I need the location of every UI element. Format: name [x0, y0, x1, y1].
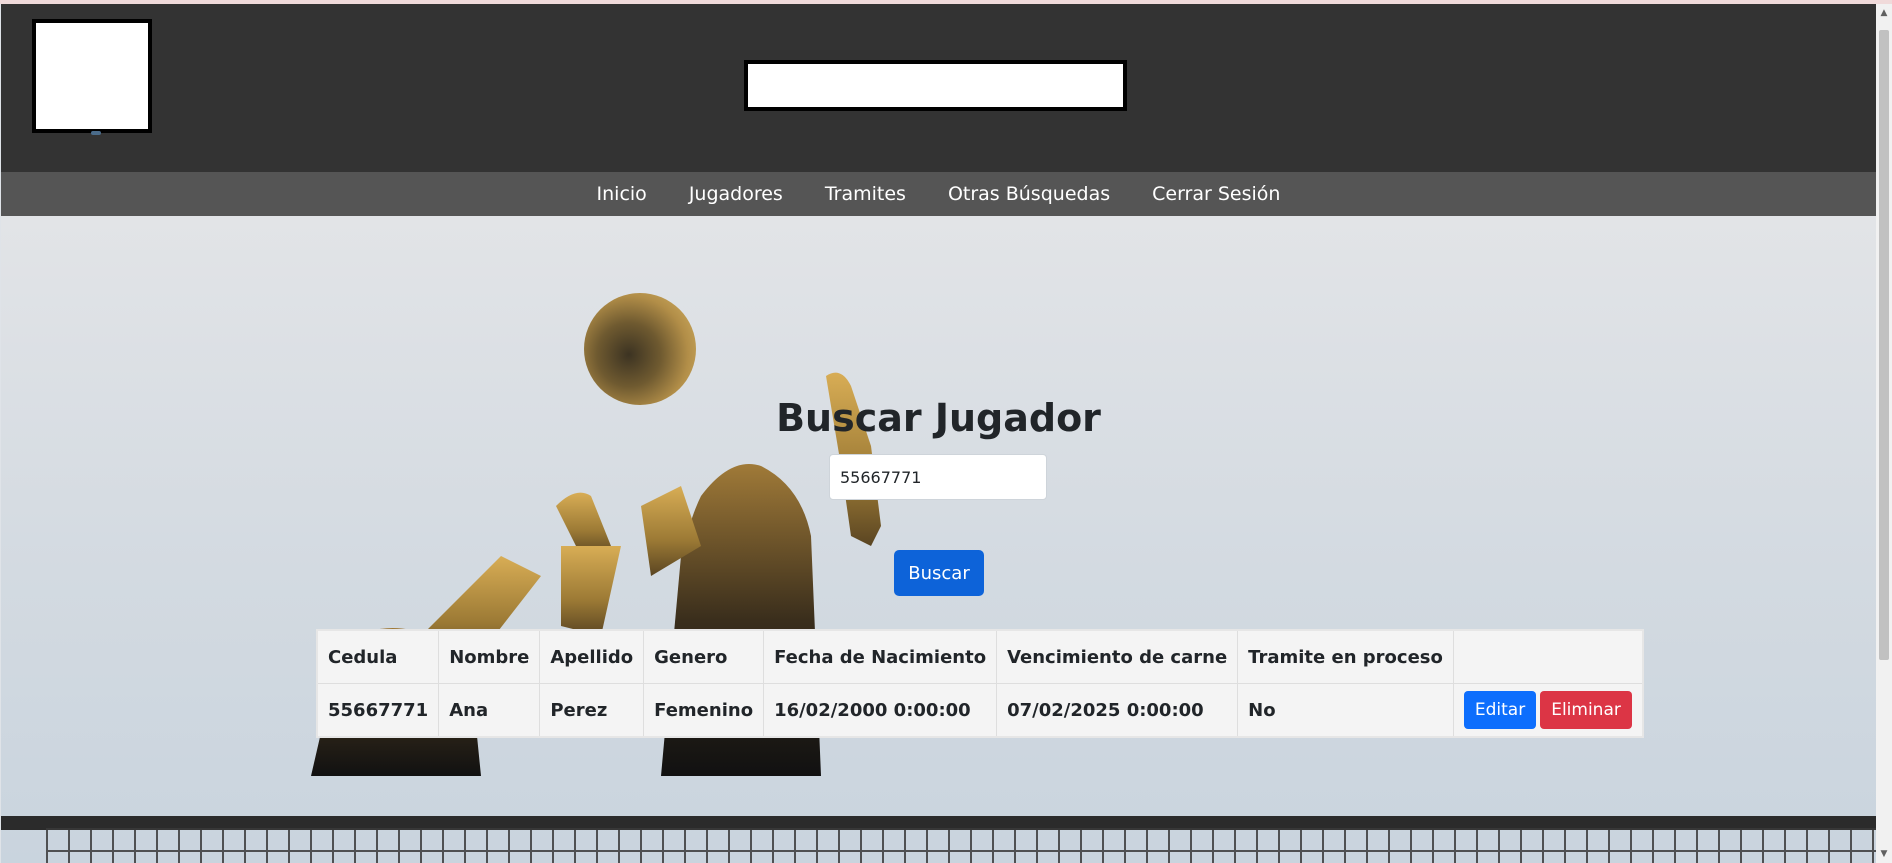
vertical-scrollbar[interactable]: ▲ ▼: [1876, 4, 1892, 863]
cell-apellido: Perez: [539, 683, 645, 738]
volleyball-net-image: [46, 828, 1876, 863]
delete-button[interactable]: Eliminar: [1540, 691, 1632, 729]
scroll-down-icon[interactable]: ▼: [1876, 847, 1892, 861]
cell-cedula: 55667771: [316, 683, 440, 738]
nav-otras-busquedas[interactable]: Otras Búsquedas: [948, 183, 1110, 205]
col-genero: Genero: [643, 629, 765, 684]
logo-mark: [91, 131, 101, 135]
hero-background: Buscar Jugador Buscar Cedula Nombre Apel…: [1, 216, 1876, 863]
col-vencimiento-carne: Vencimiento de carne: [996, 629, 1239, 684]
scroll-up-icon[interactable]: ▲: [1876, 6, 1892, 20]
results-table: Cedula Nombre Apellido Genero Fecha de N…: [316, 629, 1644, 738]
nav-jugadores[interactable]: Jugadores: [689, 183, 783, 205]
col-tramite-en-proceso: Tramite en proceso: [1237, 629, 1454, 684]
nav-tramites[interactable]: Tramites: [825, 183, 906, 205]
site-header: [1, 4, 1876, 172]
cedula-search-input[interactable]: [829, 454, 1047, 500]
players-silhouette-image: [311, 372, 881, 776]
col-nombre: Nombre: [438, 629, 541, 684]
search-button[interactable]: Buscar: [894, 550, 984, 596]
nav-cerrar-sesion[interactable]: Cerrar Sesión: [1152, 183, 1280, 205]
nav-inicio[interactable]: Inicio: [597, 183, 647, 205]
site-title-banner: [744, 60, 1127, 111]
table-header-row: Cedula Nombre Apellido Genero Fecha de N…: [316, 629, 1644, 684]
scrollbar-thumb[interactable]: [1879, 30, 1889, 660]
cell-fecha-nacimiento: 16/02/2000 0:00:00: [763, 683, 998, 738]
col-cedula: Cedula: [316, 629, 440, 684]
cell-vencimiento-carne: 07/02/2025 0:00:00: [996, 683, 1239, 738]
col-apellido: Apellido: [539, 629, 645, 684]
cell-tramite-en-proceso: No: [1237, 683, 1454, 738]
edit-button[interactable]: Editar: [1463, 691, 1537, 729]
page-title: Buscar Jugador: [776, 396, 1101, 441]
col-fecha-nacimiento: Fecha de Nacimiento: [763, 629, 998, 684]
col-actions: [1452, 629, 1644, 684]
table-row: 55667771 Ana Perez Femenino 16/02/2000 0…: [316, 683, 1644, 738]
main-navbar: Inicio Jugadores Tramites Otras Búsqueda…: [1, 172, 1876, 216]
logo: [32, 19, 152, 133]
cell-genero: Femenino: [643, 683, 765, 738]
cell-nombre: Ana: [438, 683, 541, 738]
cell-actions: Editar Eliminar: [1452, 683, 1644, 738]
